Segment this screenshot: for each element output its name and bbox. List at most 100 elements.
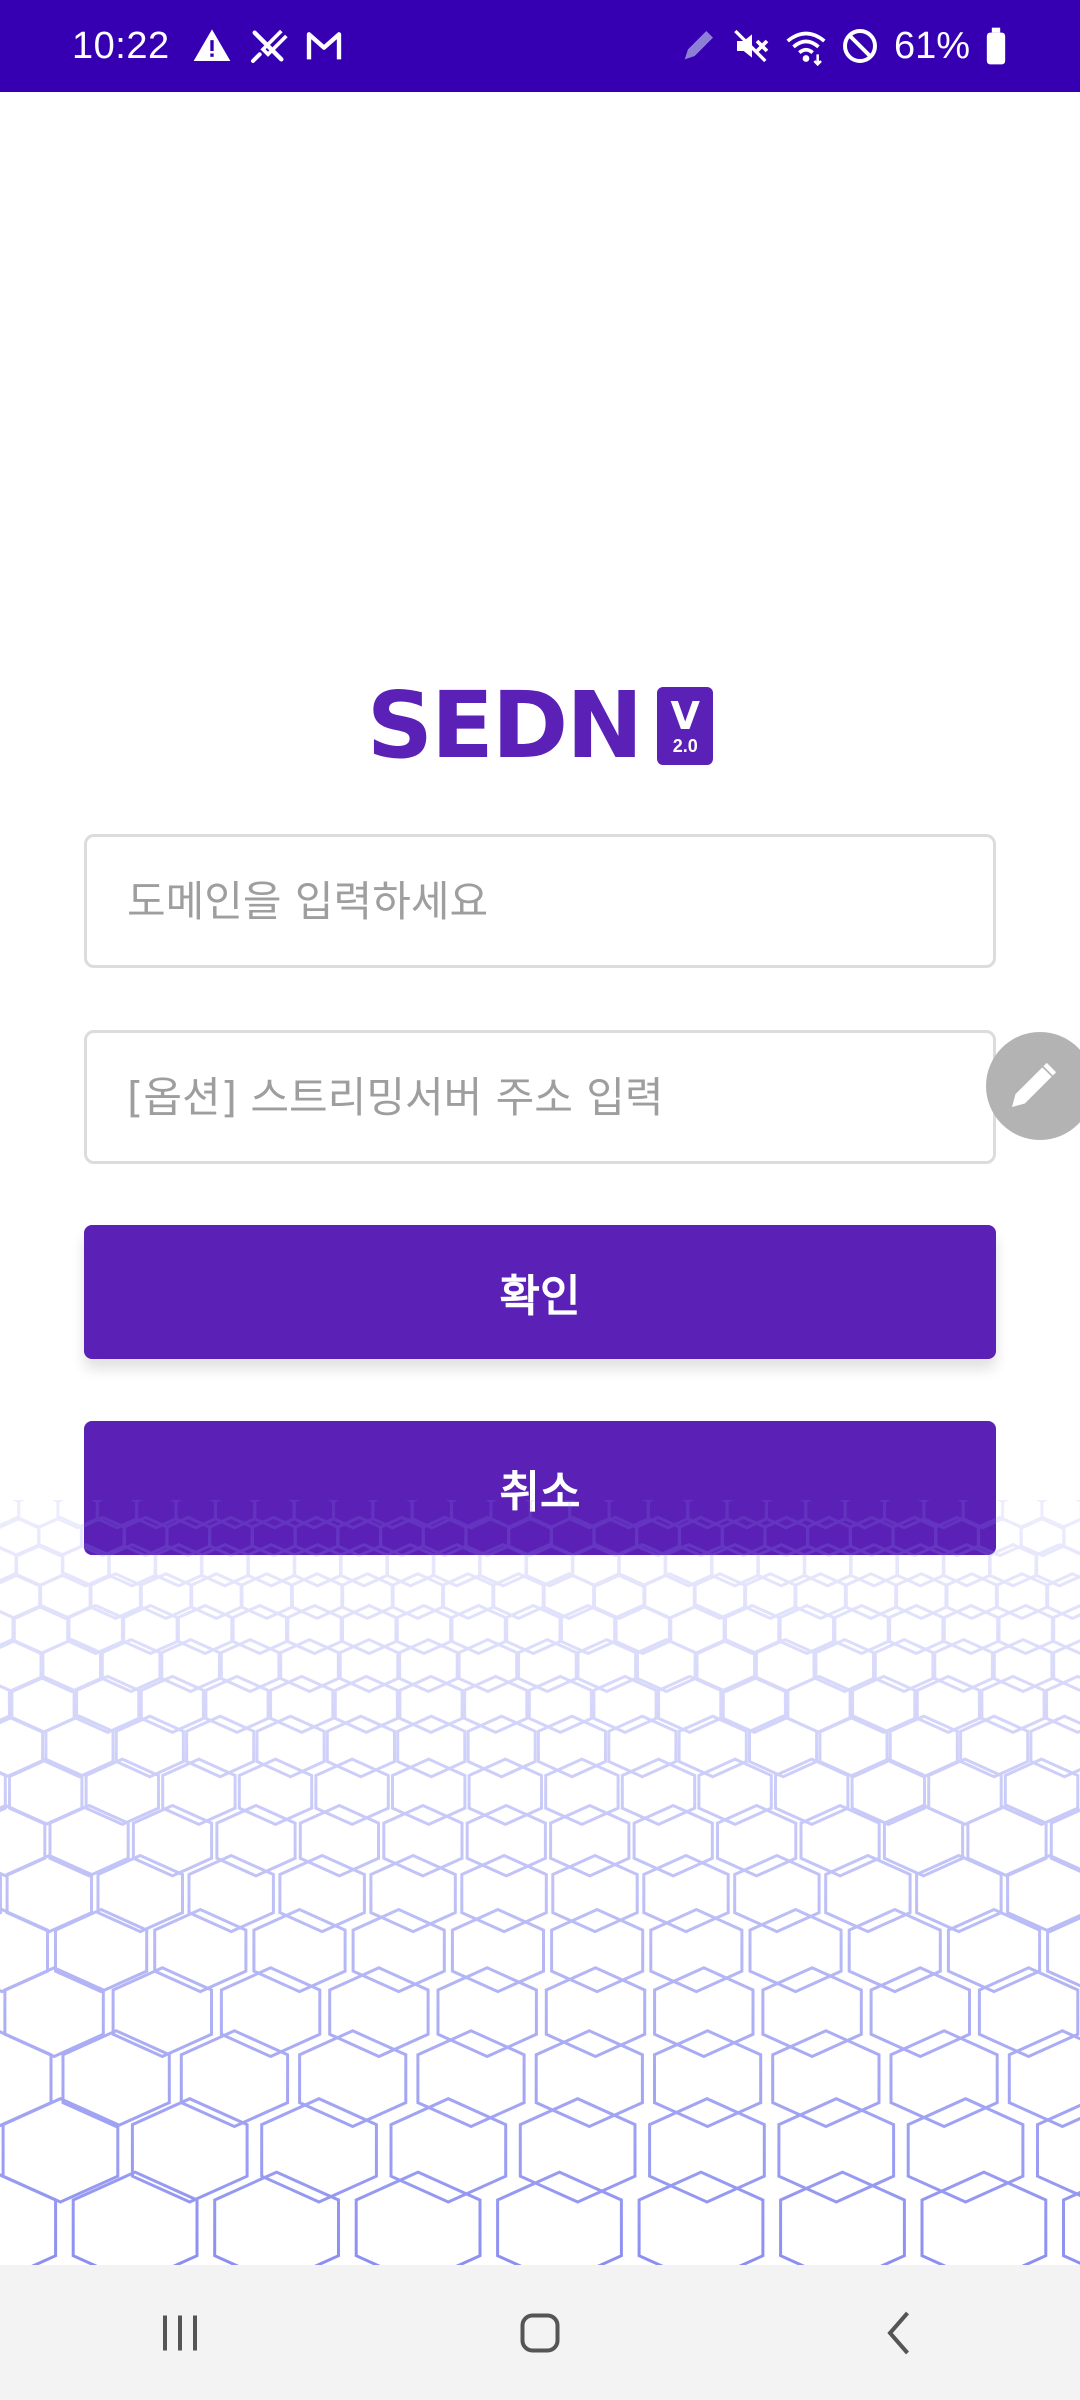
version-badge-letter: V — [670, 694, 700, 738]
hexagon-cell — [231, 1603, 288, 1656]
confirm-button[interactable]: 확인 — [84, 1225, 996, 1359]
hexagon-cell — [464, 1515, 510, 1558]
back-icon — [870, 2303, 930, 2363]
hexagon-cell — [496, 2170, 623, 2265]
hexagon-cell — [653, 2029, 763, 2129]
hexagon-cell — [686, 1500, 729, 1530]
hexagon-cell — [632, 1803, 714, 1878]
hexagon-cell — [450, 1907, 545, 1994]
battery-percent: 61% — [893, 24, 970, 67]
hexagon-cell — [467, 1757, 543, 1827]
hexagon-cell — [906, 2097, 1025, 2204]
hexagon-cell — [0, 1907, 49, 1994]
hexagon-cell — [298, 1803, 380, 1878]
hexagon-cell — [114, 1714, 185, 1779]
hexagon-cell — [992, 1637, 1054, 1694]
hexagon-cell — [636, 1637, 697, 1694]
hexagon-cell — [843, 1500, 886, 1530]
do-not-disturb-icon — [840, 26, 880, 66]
hexagon-cell — [332, 1500, 375, 1530]
warning-icon — [192, 26, 232, 66]
recent-apps-button[interactable] — [120, 2283, 240, 2383]
hexagon-cell — [416, 2029, 526, 2129]
status-bar: 10:22 61% — [0, 0, 1080, 92]
hexagon-cell — [260, 2097, 378, 2204]
pen-icon — [678, 26, 718, 66]
home-icon — [510, 2303, 570, 2363]
hexagon-cell — [542, 1572, 596, 1621]
hexagon-cell — [559, 1603, 617, 1656]
hexagon-cell — [269, 1674, 335, 1735]
hexagon-cell — [920, 2170, 1048, 2265]
hexagon-cell — [536, 1714, 607, 1779]
version-badge-number: 2.0 — [672, 736, 698, 756]
hexagon-cell — [131, 1803, 214, 1878]
hexagon-background — [0, 1500, 1080, 2265]
hexagon-cell — [457, 1637, 519, 1694]
battery-icon — [984, 26, 1008, 66]
hexagon-cell — [1001, 1500, 1044, 1530]
hexagon-cell — [200, 1542, 250, 1588]
hexagon-cell — [1007, 2029, 1080, 2129]
hexagon-cell — [0, 2173, 58, 2265]
hexagon-cell — [351, 1907, 446, 1994]
hexagon-cell — [0, 1610, 15, 1649]
hexagon-cell — [214, 1500, 257, 1530]
hexagon-cell — [100, 1637, 162, 1694]
navigation-bar — [0, 2265, 1080, 2400]
hexagon-cell — [354, 2170, 482, 2265]
hexagon-cell — [0, 1803, 47, 1878]
hexagon-cell — [1029, 1714, 1080, 1779]
hexagon-cell — [213, 2170, 340, 2265]
hexagon-cell — [187, 1853, 275, 1934]
app-logo: SEDN V 2.0 — [0, 680, 1080, 772]
domain-input[interactable] — [87, 837, 993, 965]
hexagon-cell — [71, 2170, 199, 2265]
hexagon-cell — [179, 2029, 290, 2129]
hexagon-cell — [161, 1757, 237, 1827]
logo-text: SEDN — [366, 672, 643, 779]
hexagon-cell — [1036, 2103, 1080, 2197]
back-button[interactable] — [840, 2283, 960, 2383]
hexagon-cell — [325, 1714, 396, 1779]
hexagon-cell — [219, 1966, 322, 2059]
status-time: 10:22 — [72, 24, 170, 67]
hexagon-cell — [550, 1907, 645, 1994]
hexagon-cell — [1062, 2190, 1080, 2265]
hexagon-cell — [0, 1771, 7, 1813]
hexagon-cell — [398, 1674, 464, 1735]
hexagon-cell — [761, 1966, 863, 2059]
hexagon-cell — [534, 2029, 644, 2129]
hexagon-cell — [279, 1637, 340, 1694]
hexagon-cell — [0, 1872, 2, 1915]
hexagon-cell — [882, 1803, 965, 1878]
domain-field[interactable] — [84, 834, 996, 968]
recent-apps-icon — [150, 2303, 210, 2363]
hexagon-cell — [977, 1966, 1080, 2059]
vibrate-mute-icon — [732, 26, 772, 66]
home-button[interactable] — [480, 2283, 600, 2383]
hexagon-cell — [17, 1500, 60, 1530]
streaming-server-input[interactable] — [87, 1033, 993, 1161]
hexagon-cell — [341, 1603, 398, 1656]
hexagon-cell — [1052, 1639, 1080, 1693]
hexagon-cell — [0, 1637, 43, 1694]
version-badge: V 2.0 — [657, 687, 714, 765]
hexagon-cell — [657, 1674, 723, 1735]
streaming-server-field[interactable] — [84, 1030, 996, 1164]
hexagon-cell — [803, 1542, 852, 1588]
floating-edit-button[interactable] — [986, 1032, 1080, 1140]
hexagon-cell — [844, 1572, 898, 1621]
wifi-icon — [786, 26, 826, 66]
hexagon-cell — [153, 1907, 248, 1994]
hexagon-cell — [130, 2097, 249, 2204]
hexagon-cell — [174, 1500, 217, 1530]
hexagon-cell — [255, 1714, 326, 1779]
hexagon-cell — [371, 1500, 414, 1530]
hexagon-cell — [551, 1853, 639, 1934]
signal-off-icon — [248, 26, 288, 66]
hexagon-cell — [0, 1714, 45, 1779]
hexagon-cell — [748, 1714, 819, 1779]
hexagon-cell — [489, 1500, 532, 1530]
hexagon-cell — [528, 1500, 572, 1530]
